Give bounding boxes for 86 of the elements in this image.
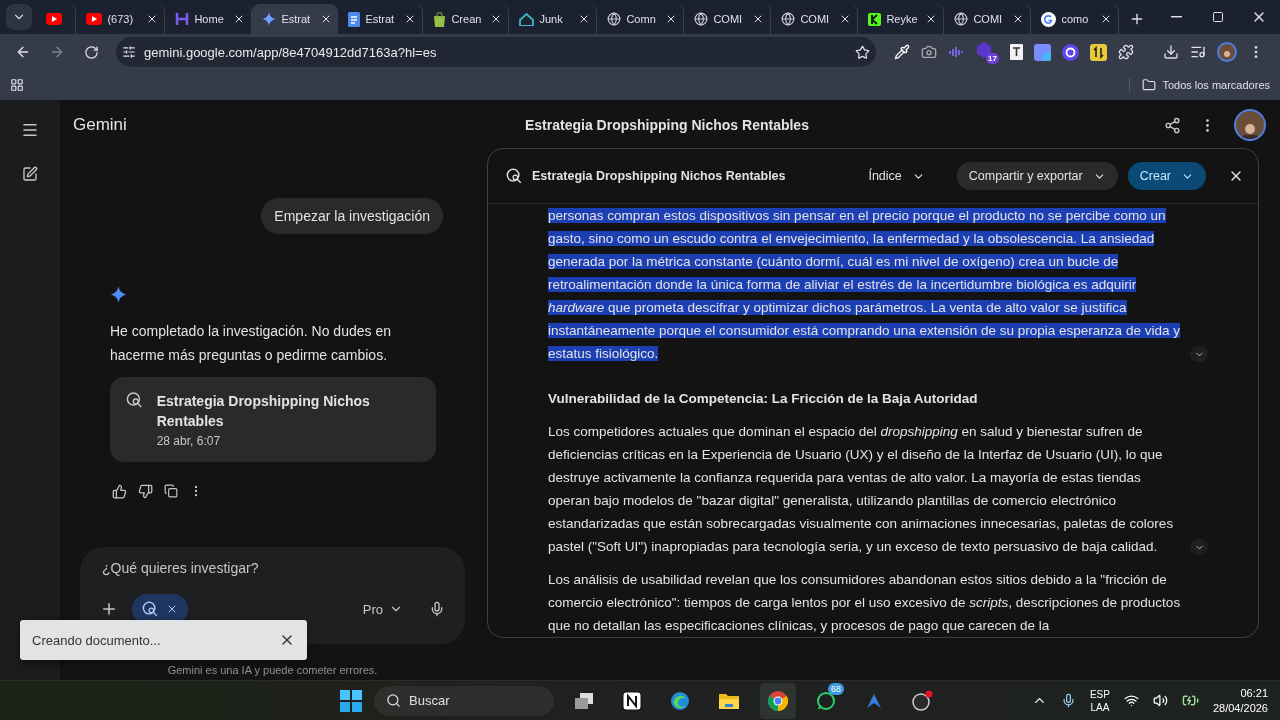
assistant-reply: He completado la investigación. No dudes en hacerme más preguntas o pedirme cambios. (110, 322, 392, 365)
user-message: Empezar la investigación (261, 198, 443, 234)
report-card[interactable]: Estrategia Dropshipping Nichos Rentables 28 abr, 6:07 (110, 377, 436, 462)
section-heading: Vulnerabilidad de la Competencia: La Fricción de la Baja Autoridad (548, 390, 979, 408)
letter-h-icon (175, 12, 190, 26)
chrome-icon (767, 689, 789, 712)
recording-app-icon[interactable] (911, 689, 933, 712)
letter-g-icon (1041, 11, 1057, 27)
edge-icon[interactable] (670, 690, 690, 711)
disclaimer: Gemini es una IA y puede cometer errores. (167, 664, 378, 676)
bookmarks-folder[interactable]: Todos los marcadores (1129, 78, 1270, 92)
document-icon (348, 11, 361, 27)
create-button[interactable]: Crear (1127, 162, 1206, 190)
microphone-icon[interactable] (429, 601, 445, 617)
share-export-button[interactable]: Compartir y exportar (956, 162, 1118, 190)
panel-title: Estrategia Dropshipping Nichos Rentables (532, 169, 787, 183)
thumbs-down-icon[interactable] (138, 484, 153, 499)
folder-icon (1142, 78, 1157, 92)
close-icon (166, 603, 178, 615)
house-icon (519, 12, 535, 26)
volume-icon[interactable] (1152, 693, 1168, 708)
notification-badge: 68 (828, 682, 844, 695)
shopping-bag-icon (433, 11, 447, 27)
camera-icon[interactable] (921, 44, 937, 60)
globe-icon (694, 12, 709, 26)
letter-k-icon (868, 12, 882, 26)
spark-icon (262, 12, 277, 26)
globe-icon (954, 12, 969, 26)
language-indicator[interactable]: ESP LAA (1089, 687, 1110, 714)
globe-icon (781, 12, 796, 26)
paragraph: personas compran estos dispositivos sin pensar en el precio porque el producto no se percibe como un gasto, sino como un escudo contra el envejecimiento, la enfermedad y la obsolescencia. La ansiedad generada por la métrica constante (cuánto dormí, cuál es mi nivel de oxígeno) crea un bucle de retroalimentación donde la única forma de aliviar el estrés de la incertidumbre biológica es adquirir hardware que prometa descifrar y optimizar dichos parámetros. La venta de alto valor se justifica instantáneamente porque el consumidor está comprando una extensión de su propia esperanza de vida y estatus fisiológico. (548, 207, 1181, 363)
clock[interactable]: 06:21 28/04/2026 (1212, 685, 1268, 716)
apps-grid-icon[interactable] (10, 78, 24, 92)
search-globe-icon (142, 601, 158, 617)
arrow-right-icon (49, 44, 65, 60)
tab-search-button[interactable] (6, 4, 33, 30)
browser-tab[interactable]: Estrat (252, 4, 339, 34)
document-icon[interactable] (1010, 44, 1023, 60)
folder-icon[interactable] (718, 691, 740, 710)
windows-logo-icon[interactable] (340, 689, 362, 712)
add-icon[interactable] (100, 600, 118, 618)
arrows-icon[interactable] (1090, 43, 1107, 61)
tile-icon[interactable] (1034, 43, 1051, 61)
share-icon[interactable] (1164, 116, 1181, 134)
search-globe-icon (126, 391, 143, 409)
minus-icon (1170, 16, 1182, 18)
paragraph: Los análisis de usabilidad revelan que los consumidores abandonan estos sitios debido a la "fricción de comercio electrónico": tiempos de carga lentos por el uso excesivo de scripts, descripciones de productos que no detallan las especificaciones clínicas, y procesos de pago que carecen de la (548, 571, 1182, 635)
index-button[interactable]: Índice (856, 162, 937, 190)
taskbar-search[interactable]: Buscar (374, 685, 554, 716)
app-title: Gemini (73, 115, 128, 135)
new-chat-icon[interactable] (22, 166, 38, 182)
paragraph: Los competidores actuales que dominan el espacio del dropshipping en salud y bienestar sufren de deficiencias críticas en la Experiencia de Usuario (UX) y el diseño de la Interfaz de Usuario (UI), lo que destruye activamente la confianza requerida para ventas de alto valor. La mayoría de estas tiendas operan bajo modelos de "bazar digital" generalista, utilizando plantillas de comercio electrónico estandarizadas que están sobrecargadas visualmente con animaciones innecesarias, paletas de colores pastel ("Soft UI") inapropiadas para tecnología seria, y un exceso de texto persuasivo de baja calidad. (548, 423, 1175, 556)
sources-toggle[interactable] (1190, 539, 1208, 555)
notion-icon[interactable] (622, 690, 642, 711)
site-info-icon[interactable] (122, 45, 136, 59)
wifi-icon[interactable] (1123, 693, 1139, 708)
thumbs-up-icon[interactable] (112, 484, 127, 499)
microphone-icon[interactable] (1060, 693, 1076, 708)
media-icon[interactable] (1190, 44, 1206, 60)
model-picker[interactable]: Pro (362, 601, 415, 617)
pipette-icon[interactable] (894, 44, 910, 60)
spark-icon (110, 286, 127, 303)
play-icon (46, 13, 63, 25)
download-icon[interactable] (1163, 44, 1179, 60)
waveform-icon[interactable] (948, 45, 964, 59)
bookmark-star-icon[interactable] (855, 44, 870, 60)
conversation-title: Estrategia Dropshipping Nichos Rentables (525, 117, 810, 133)
task-view-icon[interactable] (574, 691, 594, 710)
globe-icon (607, 12, 622, 26)
menu-icon[interactable] (21, 121, 39, 139)
profile-avatar[interactable] (1234, 109, 1266, 141)
profile-avatar[interactable] (1217, 42, 1237, 62)
copy-icon[interactable] (164, 484, 178, 498)
report-title: Estrategia Dropshipping Nichos Rentables (156, 392, 371, 431)
report-date: 28 abr, 6:07 (156, 434, 222, 448)
play-icon (86, 13, 103, 25)
search-icon (386, 693, 401, 708)
square-icon (1211, 11, 1224, 23)
puzzle-icon[interactable] (1118, 44, 1134, 60)
reload-icon (83, 44, 99, 60)
address-bar[interactable]: gemini.google.com/app/8e4704912dd7163a?hl=es (116, 37, 876, 67)
ring-icon[interactable] (1062, 43, 1079, 61)
sources-toggle[interactable] (1190, 346, 1208, 362)
chat-bubble-icon (816, 690, 836, 711)
search-globe-icon (506, 168, 522, 184)
chrome-button[interactable] (760, 682, 796, 719)
